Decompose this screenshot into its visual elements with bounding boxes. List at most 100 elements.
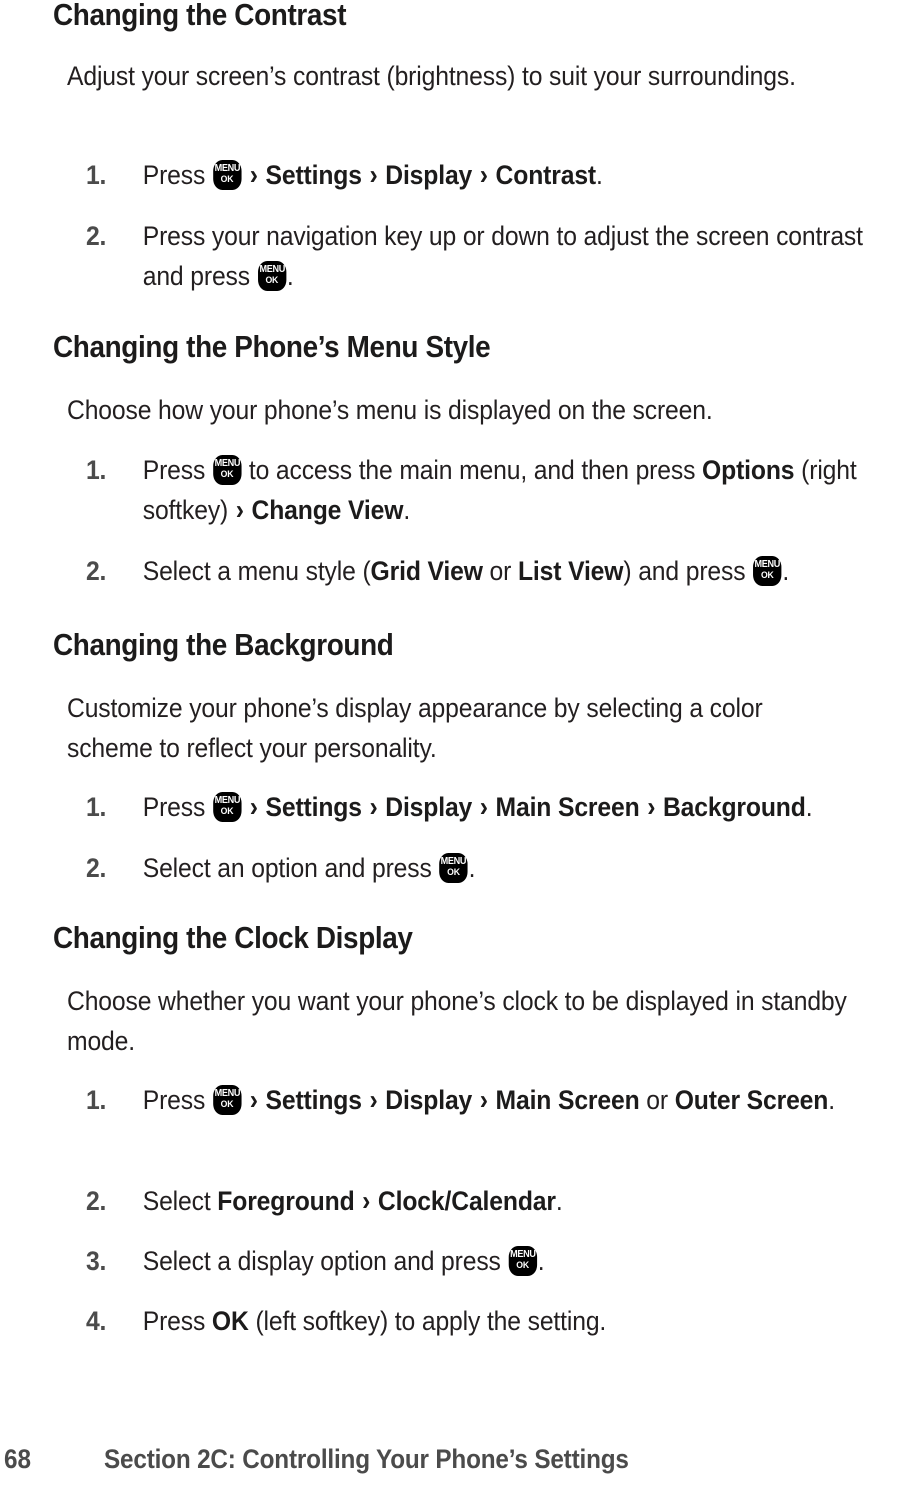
step-text-run: . [537,1246,545,1276]
menu-path-term: Contrast [488,160,597,190]
menu-path-term: Foreground [217,1186,362,1216]
numbered-step: 2. Select Foreground › Clock/Calendar. [86,1181,891,1221]
numbered-step: 2. Select a menu style (Grid View or List… [86,551,891,591]
step-body: Select a menu style (Grid View or List V… [143,551,891,591]
menu-path-term: Display [378,792,479,822]
numbered-step: 2. Press your navigation key up or down t… [86,216,891,296]
menu-path-term: Display [378,1085,479,1115]
chevron-right-icon: › [249,159,258,191]
menu-ok-key-top-label: MENU [259,263,285,275]
menu-ok-key-top-label: MENU [754,558,781,570]
menu-path-term: List View [517,556,624,586]
menu-ok-key-icon: MENU OK [212,455,242,485]
menu-path-term: Main Screen [488,792,647,822]
menu-ok-key-top-label: MENU [214,794,240,806]
menu-ok-key-top-label: MENU [214,162,240,174]
step-text-run: Select a menu style ( [142,556,371,586]
numbered-step: 4. Press OK (left softkey) to apply the s… [86,1301,891,1341]
step-text-run: ) and press [623,556,753,586]
menu-path-term: Options [702,455,795,485]
chevron-right-icon: › [362,1185,371,1217]
step-text-run [242,160,249,190]
numbered-step: 1. Press MENU OK › Settings › Display › Ma… [86,787,891,827]
step-number: 1. [86,160,107,190]
chevron-right-icon: › [479,1084,488,1116]
step-number: 2. [86,853,107,883]
step-body: Select an option and press MENU OK. [143,848,891,888]
menu-ok-key-icon: MENU OK [753,556,782,586]
step-body: Press MENU OK › Settings › Display › Main… [143,787,891,827]
menu-path-term: Settings [258,1085,369,1115]
chevron-right-icon: › [235,494,244,526]
step-text-run: Select an option and press [142,853,439,883]
menu-ok-key-top-label: MENU [509,1248,536,1260]
section-intro-paragraph: Adjust your screen’s contrast (brightnes… [67,61,796,91]
step-text-run: . [596,160,603,190]
chevron-right-icon: › [479,791,488,823]
section-heading: Changing the Background [53,627,394,662]
menu-path-term: Grid View [370,556,483,586]
step-number: 1. [86,792,107,822]
menu-path-term: Settings [258,160,369,190]
step-text-run: . [828,1085,835,1115]
section-intro-paragraph: Customize your phone’s display appearanc… [67,693,763,763]
menu-path-term: Settings [258,792,369,822]
section-heading: Changing the Phone’s Menu Style [53,329,491,364]
menu-path-term: Outer Screen [674,1085,829,1115]
step-text-run: or [639,1085,675,1115]
step-body: Select Foreground › Clock/Calendar. [143,1181,891,1221]
step-text-run: Press [142,455,212,485]
step-number: 3. [86,1246,107,1276]
menu-ok-key-icon: MENU OK [257,261,286,291]
menu-ok-key-top-label: MENU [214,1087,240,1099]
chevron-right-icon: › [369,159,378,191]
numbered-step: 3. Select a display option and press MENU… [86,1241,891,1281]
page-footer: 68 Section 2C: Controlling Your Phone’s … [0,1442,902,1486]
numbered-step: 1. Press MENU OK › Settings › Display › Ma… [86,1080,891,1120]
menu-ok-key-bottom-label: OK [220,1099,234,1110]
step-number: 2. [86,221,107,251]
chevron-right-icon: › [369,1084,378,1116]
step-body: Press MENU OK to access the main menu, an… [143,450,891,530]
step-text-run: . [468,853,476,883]
step-number: 2. [86,556,107,586]
menu-path-term: Display [378,160,479,190]
menu-path-term: Main Screen [488,1085,640,1115]
numbered-step: 1. Press MENU OK › Settings › Display › Co… [86,155,891,195]
step-text-run: (left softkey) to apply the setting. [248,1306,607,1336]
step-text-run: Press [142,1306,212,1336]
menu-ok-key-bottom-label: OK [265,275,279,286]
step-text-run [242,1085,249,1115]
step-number: 1. [86,455,107,485]
section-heading: Changing the Contrast [53,0,347,32]
menu-ok-key-icon: MENU OK [212,160,242,190]
step-body: Press MENU OK › Settings › Display › Cont… [143,155,891,195]
chevron-right-icon: › [647,791,656,823]
step-text-run: . [286,261,294,291]
step-text-run: or [482,556,518,586]
step-text-run [242,792,249,822]
menu-ok-key-bottom-label: OK [220,174,234,185]
menu-ok-key-bottom-label: OK [447,867,460,878]
section-intro-paragraph: Choose how your phone’s menu is displaye… [67,395,713,425]
section-heading: Changing the Clock Display [53,920,413,955]
step-text-run: Press [142,1085,212,1115]
step-text-run: Select a display option and press [142,1246,508,1276]
step-text-run: Press [142,792,212,822]
step-number: 4. [86,1306,107,1336]
section-intro-paragraph: Choose whether you want your phone’s clo… [67,986,847,1056]
menu-ok-key-bottom-label: OK [220,806,234,817]
menu-ok-key-bottom-label: OK [220,469,234,480]
step-text-run: to access the main menu, and then press [242,455,703,485]
menu-path-term: Background [656,792,806,822]
step-number: 2. [86,1186,107,1216]
page-number: 68 [4,1444,32,1474]
step-text-run: Select [142,1186,218,1216]
menu-path-term: Clock/Calendar [371,1186,556,1216]
numbered-step: 2. Select an option and press MENU OK. [86,848,891,888]
menu-ok-key-top-label: MENU [440,855,467,867]
step-text-run: Press your navigation key up or down to … [142,221,863,291]
numbered-step: 1. Press MENU OK to access the main menu, … [86,450,891,530]
menu-ok-key-icon: MENU OK [212,792,242,822]
manual-page: Changing the Contrast Adjust your screen’… [0,0,902,1486]
